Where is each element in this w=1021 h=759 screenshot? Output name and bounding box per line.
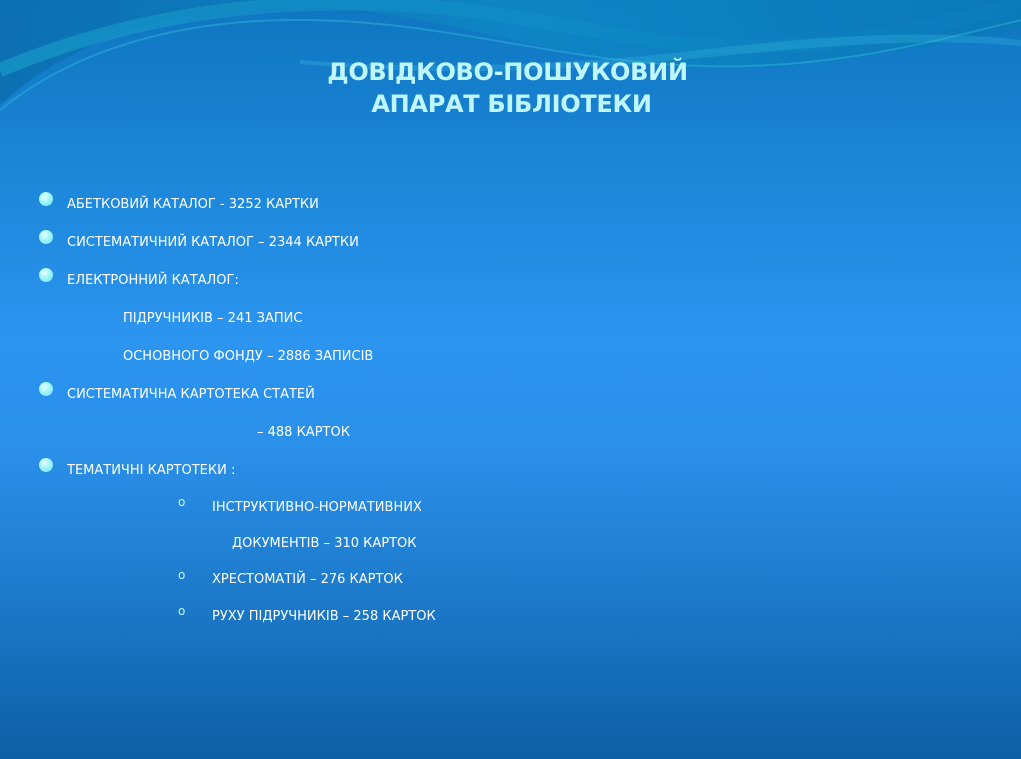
list-item-alphabetical-catalog: АБЕТКОВИЙ КАТАЛОГ - 3252 КАРТКИ xyxy=(67,197,319,212)
bullet-icon xyxy=(39,458,53,472)
bullet-icon xyxy=(39,192,53,206)
list-subitem-main-fund: ОСНОВНОГО ФОНДУ – 2886 ЗАПИСІВ xyxy=(123,349,374,364)
list-item-electronic-catalog: ЕЛЕКТРОННИЙ КАТАЛОГ: xyxy=(67,273,239,288)
title-line-2: АПАРАТ БІБЛІОТЕКИ xyxy=(371,90,652,118)
list-item-thematic-card-indexes: ТЕМАТИЧНІ КАРТОТЕКИ : xyxy=(67,463,236,478)
sub-bullet-icon: o xyxy=(178,604,186,618)
sub-bullet-icon: o xyxy=(178,495,186,509)
sub-list-item-regulatory: ІНСТРУКТИВНО-НОРМАТИВНИХ xyxy=(212,500,422,515)
slide: ДОВІДКОВО-ПОШУКОВИЙ АПАРАТ БІБЛІОТЕКИ АБ… xyxy=(0,0,1021,759)
sub-bullet-icon: o xyxy=(178,568,186,582)
list-subitem-textbooks: ПІДРУЧНИКІВ – 241 ЗАПИС xyxy=(123,311,303,326)
sub-list-item-textbook-movement: РУХУ ПІДРУЧНИКІВ – 258 КАРТОК xyxy=(212,609,436,624)
slide-title: ДОВІДКОВО-ПОШУКОВИЙ АПАРАТ БІБЛІОТЕКИ xyxy=(0,56,1021,120)
bullet-icon xyxy=(39,230,53,244)
bullet-icon xyxy=(39,382,53,396)
list-item-articles-card-index: СИСТЕМАТИЧНА КАРТОТЕКА СТАТЕЙ xyxy=(67,387,315,402)
title-line-1: ДОВІДКОВО-ПОШУКОВИЙ xyxy=(327,58,688,86)
sub-list-item-regulatory-count: ДОКУМЕНТІВ – 310 КАРТОК xyxy=(232,536,417,551)
list-item-systematic-catalog: СИСТЕМАТИЧНИЙ КАТАЛОГ – 2344 КАРТКИ xyxy=(67,235,359,250)
sub-list-item-readers: ХРЕСТОМАТІЙ – 276 КАРТОК xyxy=(212,572,403,587)
bullet-icon xyxy=(39,268,53,282)
list-item-articles-count: – 488 КАРТОК xyxy=(257,425,350,440)
